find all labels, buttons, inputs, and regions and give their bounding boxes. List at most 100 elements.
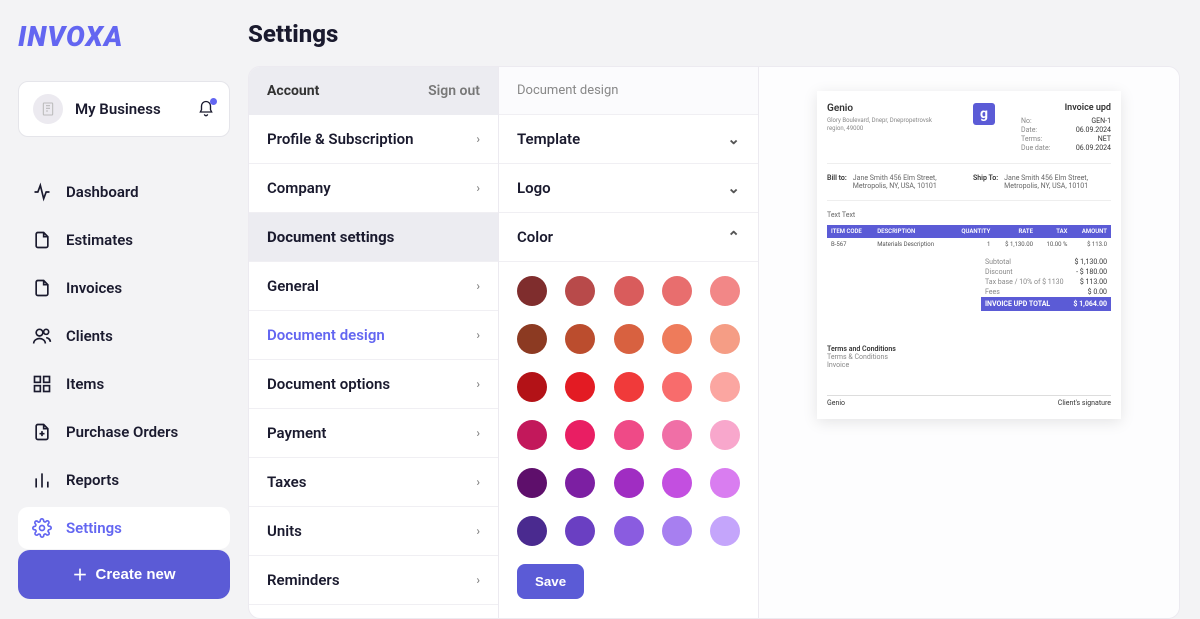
- accordion-template[interactable]: Template ⌄: [499, 115, 758, 164]
- terms-body: Terms & Conditions: [827, 353, 1111, 361]
- settings-item-profile[interactable]: Profile & Subscription ›: [249, 115, 498, 164]
- meta-label: Date:: [1021, 126, 1057, 134]
- color-swatch[interactable]: [710, 516, 740, 546]
- color-swatch[interactable]: [614, 372, 644, 402]
- chevron-right-icon: ›: [476, 328, 480, 342]
- sign-out-link[interactable]: Sign out: [428, 83, 480, 99]
- color-swatch[interactable]: [517, 516, 547, 546]
- td-desc: Materials Description: [873, 238, 950, 251]
- color-swatch[interactable]: [565, 372, 595, 402]
- color-swatch[interactable]: [662, 276, 692, 306]
- nav-settings[interactable]: Settings: [18, 507, 230, 549]
- color-swatch[interactable]: [565, 516, 595, 546]
- settings-item-notifications[interactable]: Notifications ›: [249, 605, 498, 618]
- color-swatch[interactable]: [517, 276, 547, 306]
- color-swatch[interactable]: [710, 324, 740, 354]
- chevron-right-icon: ›: [476, 377, 480, 391]
- tot-val: $ 113.00: [1080, 278, 1107, 286]
- color-swatch[interactable]: [662, 372, 692, 402]
- activity-icon: [32, 182, 52, 202]
- meta-label: Terms:: [1021, 135, 1057, 143]
- color-swatch[interactable]: [710, 468, 740, 498]
- color-swatch[interactable]: [517, 324, 547, 354]
- color-swatch[interactable]: [565, 420, 595, 450]
- accordion-color[interactable]: Color ⌃: [499, 213, 758, 262]
- preview-totals: Subtotal$ 1,130.00 Discount- $ 180.00 Ta…: [981, 257, 1111, 311]
- preview-logo: g: [973, 103, 995, 125]
- nav-estimates[interactable]: Estimates: [18, 219, 230, 261]
- settings-item-reminders[interactable]: Reminders ›: [249, 556, 498, 605]
- settings-item-company[interactable]: Company ›: [249, 164, 498, 213]
- settings-item-document-design[interactable]: Document design ›: [249, 311, 498, 360]
- business-selector[interactable]: My Business: [18, 81, 230, 137]
- color-swatch[interactable]: [517, 468, 547, 498]
- color-swatch[interactable]: [710, 276, 740, 306]
- nav-label: Items: [66, 375, 104, 393]
- settings-item-general[interactable]: General ›: [249, 262, 498, 311]
- color-swatch[interactable]: [517, 372, 547, 402]
- divider: [827, 163, 1111, 164]
- color-swatch[interactable]: [662, 420, 692, 450]
- chevron-up-icon: ⌃: [727, 228, 740, 246]
- color-swatch[interactable]: [517, 420, 547, 450]
- color-swatch[interactable]: [565, 276, 595, 306]
- color-swatch[interactable]: [614, 324, 644, 354]
- settings-item-units[interactable]: Units ›: [249, 507, 498, 556]
- bill-to-text: Jane Smith 456 Elm Street, Metropolis, N…: [853, 174, 965, 190]
- nav-label: Clients: [66, 327, 113, 345]
- color-swatch[interactable]: [710, 420, 740, 450]
- tot-label: Subtotal: [985, 258, 1011, 266]
- color-swatch[interactable]: [710, 372, 740, 402]
- settings-item-label: Taxes: [267, 473, 306, 491]
- file-icon: [32, 278, 52, 298]
- settings-section-documents: Document settings: [249, 213, 498, 262]
- accordion-logo[interactable]: Logo ⌄: [499, 164, 758, 213]
- preview-terms: Terms and Conditions Terms & Conditions …: [827, 345, 1111, 369]
- nav-clients[interactable]: Clients: [18, 315, 230, 357]
- nav-dashboard[interactable]: Dashboard: [18, 171, 230, 213]
- nav-label: Estimates: [66, 231, 133, 249]
- settings-item-label: Document options: [267, 375, 390, 393]
- brand-logo: INVOXA: [18, 20, 230, 53]
- color-swatch[interactable]: [662, 468, 692, 498]
- color-swatches: [499, 262, 758, 550]
- preview-line-items: ITEM CODE DESCRIPTION QUANTITY RATE TAX …: [827, 225, 1111, 251]
- color-swatch[interactable]: [614, 276, 644, 306]
- color-swatch[interactable]: [662, 516, 692, 546]
- tot-val: $ 1,064.00: [1073, 300, 1107, 308]
- td-tax: 10.00 %: [1037, 238, 1071, 251]
- create-new-button[interactable]: ＋ Create new: [18, 550, 230, 599]
- notifications-icon[interactable]: [197, 100, 215, 118]
- color-swatch[interactable]: [662, 324, 692, 354]
- plus-icon: ＋: [72, 564, 87, 585]
- file-plus-icon: [32, 422, 52, 442]
- settings-item-taxes[interactable]: Taxes ›: [249, 458, 498, 507]
- color-swatch[interactable]: [614, 468, 644, 498]
- tot-label: Discount: [985, 268, 1013, 276]
- nav-items[interactable]: Items: [18, 363, 230, 405]
- preview-doc-title: Invoice upd: [1021, 103, 1111, 113]
- preview-text-row: Text Text: [827, 211, 1111, 219]
- th-tax: TAX: [1037, 225, 1071, 238]
- meta-label: No:: [1021, 117, 1057, 125]
- color-swatch[interactable]: [614, 420, 644, 450]
- meta-value: NET: [1067, 135, 1111, 143]
- preview-company-address: Glory Boulevard, Dnepr, Dnepropetrovsk r…: [827, 117, 947, 134]
- color-swatch[interactable]: [614, 516, 644, 546]
- nav-invoices[interactable]: Invoices: [18, 267, 230, 309]
- tot-label: Tax base / 10% of $ 1130: [985, 278, 1064, 286]
- meta-value: 06.09.2024: [1067, 126, 1111, 134]
- nav-purchase-orders[interactable]: Purchase Orders: [18, 411, 230, 453]
- color-swatch[interactable]: [565, 468, 595, 498]
- settings-item-payment[interactable]: Payment ›: [249, 409, 498, 458]
- settings-menu: Account Sign out Profile & Subscription …: [249, 67, 499, 618]
- settings-item-label: General: [267, 277, 319, 295]
- chevron-right-icon: ›: [476, 426, 480, 440]
- save-button[interactable]: Save: [517, 564, 584, 599]
- divider: [827, 200, 1111, 201]
- settings-item-document-options[interactable]: Document options ›: [249, 360, 498, 409]
- nav-reports[interactable]: Reports: [18, 459, 230, 501]
- invoice-word: Invoice: [827, 361, 1111, 369]
- color-swatch[interactable]: [565, 324, 595, 354]
- grid-icon: [32, 374, 52, 394]
